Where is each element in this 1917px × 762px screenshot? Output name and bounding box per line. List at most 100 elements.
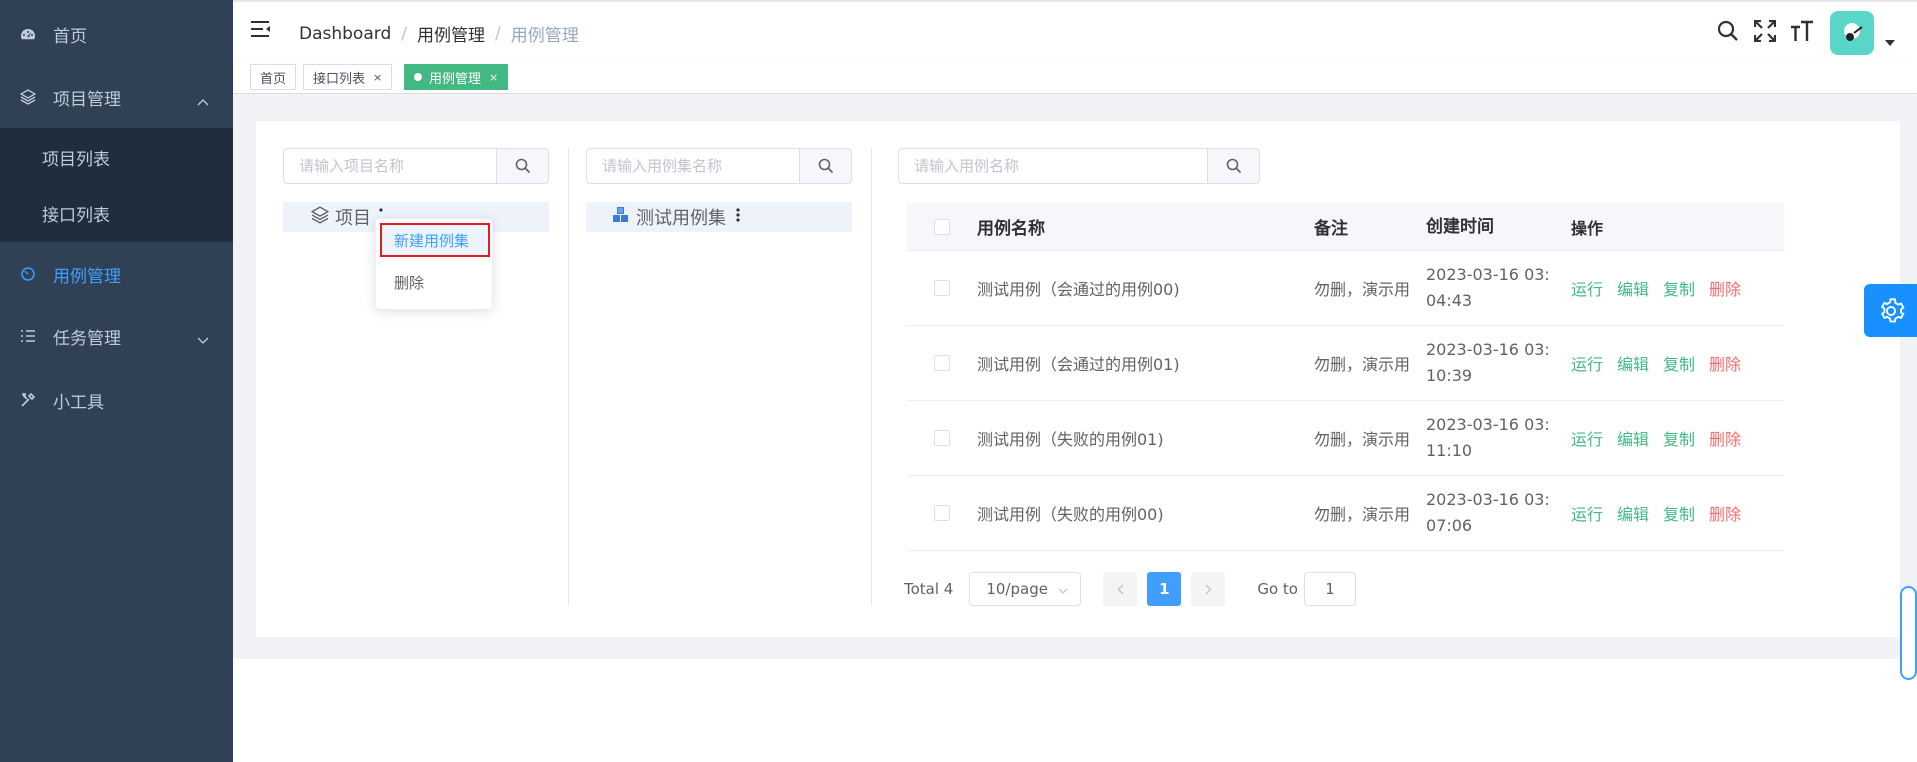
copy-button[interactable]: 复制 (1663, 426, 1695, 450)
column-header-name: 用例名称 (977, 219, 1045, 239)
tag-case-management[interactable]: 用例管理 × (404, 64, 509, 90)
delete-button[interactable]: 删除 (1709, 276, 1741, 300)
search-button[interactable] (1207, 149, 1259, 183)
settings-button[interactable] (1864, 284, 1917, 337)
sidebar-item-home[interactable]: 首页 (0, 3, 233, 65)
row-actions: 运行 编辑 复制 删除 (1571, 426, 1784, 450)
suite-search (586, 148, 852, 184)
case-remark: 勿删，演示用 (1314, 430, 1411, 449)
task-list-icon (20, 328, 36, 344)
tree-node-label: 项目 (335, 208, 371, 229)
column-header-remark: 备注 (1314, 219, 1348, 239)
sidebar-item-project-management[interactable]: 项目管理 (0, 66, 233, 128)
close-icon[interactable]: × (489, 71, 498, 84)
sidebar-subitem-api-list[interactable]: 接口列表 (0, 185, 233, 241)
search-button[interactable] (496, 149, 548, 183)
delete-button[interactable]: 删除 (1709, 501, 1741, 525)
sidebar-item-task-management[interactable]: 任务管理 (0, 305, 233, 367)
tag-home[interactable]: 首页 (250, 64, 297, 90)
case-remark: 勿删，演示用 (1314, 505, 1411, 524)
edit-button[interactable]: 编辑 (1617, 426, 1649, 450)
edit-button[interactable]: 编辑 (1617, 276, 1649, 300)
time-line: 2023-03-16 03: (1426, 415, 1550, 434)
edit-button[interactable]: 编辑 (1617, 501, 1649, 525)
delete-button[interactable]: 删除 (1709, 426, 1741, 450)
page-size-select[interactable]: 10/page (969, 572, 1082, 606)
run-button[interactable]: 运行 (1571, 426, 1603, 450)
tag-api-list[interactable]: 接口列表 × (303, 64, 393, 90)
chevron-down-icon (197, 330, 209, 350)
breadcrumb-separator: / (401, 23, 407, 44)
breadcrumb-separator: / (494, 23, 501, 44)
prev-page-button[interactable] (1103, 572, 1138, 606)
table-row: 测试用例（失败的用例00) 勿删，演示用 2023-03-16 03: 07:0… (907, 476, 1784, 551)
layers-icon (20, 89, 36, 105)
row-checkbox[interactable] (934, 280, 950, 296)
row-checkbox[interactable] (934, 430, 950, 446)
search-button[interactable] (799, 149, 851, 183)
scrollbar-thumb[interactable] (1900, 586, 1917, 680)
tag-label: 首页 (260, 71, 287, 87)
case-name: 测试用例（失败的用例01) (977, 430, 1164, 449)
close-icon[interactable]: × (373, 71, 382, 84)
dashboard-icon (20, 26, 36, 42)
gear-icon (1880, 297, 1905, 322)
breadcrumb-item[interactable]: Dashboard (299, 24, 391, 44)
run-button[interactable]: 运行 (1571, 351, 1603, 375)
fullscreen-icon[interactable] (1753, 19, 1777, 47)
tag-label: 用例管理 (429, 71, 482, 87)
edit-button[interactable]: 编辑 (1617, 351, 1649, 375)
tree-node-suite[interactable]: 测试用例集 (586, 202, 852, 232)
goto-page-input[interactable]: 1 (1303, 572, 1356, 606)
table-row: 测试用例（失败的用例01) 勿删，演示用 2023-03-16 03: 11:1… (907, 401, 1784, 476)
pagination: Total 4 10/page 1 Go to 1 (904, 572, 1356, 606)
project-search (283, 148, 549, 184)
run-button[interactable]: 运行 (1571, 501, 1603, 525)
page-number-current[interactable]: 1 (1147, 572, 1182, 606)
tag-label: 接口列表 (313, 71, 366, 87)
sidebar-subitem-label: 项目列表 (42, 149, 110, 170)
select-all-checkbox[interactable] (934, 218, 950, 235)
chevron-up-icon (197, 91, 209, 111)
time-line: 11:10 (1426, 441, 1473, 460)
time-line: 07:06 (1426, 516, 1473, 535)
copy-button[interactable]: 复制 (1663, 276, 1695, 300)
breadcrumb-item[interactable]: 用例管理 (417, 21, 485, 46)
delete-button[interactable]: 删除 (1709, 351, 1741, 375)
search-icon[interactable] (1717, 20, 1739, 47)
panel-divider (568, 148, 569, 606)
time-line: 2023-03-16 03: (1426, 265, 1550, 284)
project-search-input[interactable] (284, 149, 496, 183)
chevron-down-icon (1058, 580, 1068, 598)
row-actions: 运行 编辑 复制 删除 (1571, 276, 1784, 300)
caret-down-icon[interactable] (1885, 40, 1895, 46)
case-created-time: 2023-03-16 03: 04:43 (1426, 262, 1571, 314)
search-icon (1226, 158, 1241, 174)
avatar[interactable] (1830, 11, 1874, 55)
hamburger-icon[interactable] (251, 20, 271, 43)
suite-search-input[interactable] (587, 149, 799, 183)
layers-icon (310, 205, 330, 229)
menu-item-new-suite[interactable]: 新建用例集 (380, 223, 490, 257)
more-vertical-icon[interactable] (736, 207, 740, 228)
run-button[interactable]: 运行 (1571, 276, 1603, 300)
font-size-icon[interactable] (1790, 20, 1814, 47)
copy-button[interactable]: 复制 (1663, 351, 1695, 375)
case-search-input[interactable] (899, 149, 1207, 183)
case-remark: 勿删，演示用 (1314, 355, 1411, 374)
menu-item-delete[interactable]: 删除 (376, 265, 494, 299)
sidebar-item-label: 项目管理 (53, 89, 121, 110)
time-line: 2023-03-16 03: (1426, 340, 1550, 359)
row-checkbox[interactable] (934, 355, 950, 371)
next-page-button[interactable] (1191, 572, 1226, 606)
page-size-value: 10/page (986, 580, 1048, 598)
sidebar-subitem-project-list[interactable]: 项目列表 (0, 129, 233, 185)
column-header-ops: 操作 (1571, 218, 1604, 238)
submenu: 项目列表 接口列表 (0, 128, 233, 242)
sidebar-item-label: 小工具 (53, 392, 104, 413)
sidebar-item-tools[interactable]: 小工具 (0, 369, 233, 431)
case-name: 测试用例（会通过的用例00) (977, 280, 1180, 299)
copy-button[interactable]: 复制 (1663, 501, 1695, 525)
row-checkbox[interactable] (934, 505, 950, 521)
sidebar-item-case-management[interactable]: 用例管理 (0, 243, 233, 305)
